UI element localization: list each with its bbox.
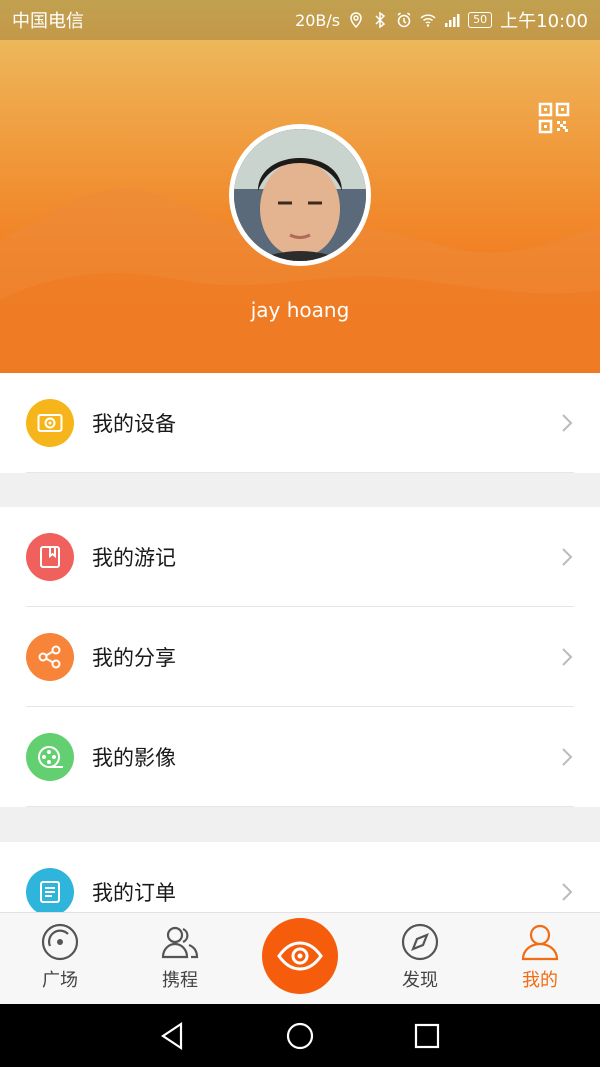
tab-plaza[interactable]: 广场 (0, 913, 120, 1004)
avatar-photo (234, 129, 366, 261)
tab-label: 携程 (162, 970, 198, 991)
film-reel-icon (26, 733, 74, 781)
location-icon (350, 12, 362, 28)
chevron-right-icon (562, 414, 573, 432)
recents-icon[interactable] (409, 1018, 445, 1054)
menu-item-my-share[interactable]: 我的分享 (0, 607, 600, 707)
tab-discover[interactable]: 发现 (360, 913, 480, 1004)
tab-me[interactable]: 我的 (480, 913, 600, 1004)
chevron-right-icon (562, 883, 573, 901)
tab-companions[interactable]: 携程 (120, 913, 240, 1004)
menu-item-my-travelogue[interactable]: 我的游记 (0, 507, 600, 607)
menu-item-label: 我的影像 (92, 746, 176, 770)
alarm-icon (397, 12, 411, 28)
camera-device-icon (26, 399, 74, 447)
order-document-icon (26, 868, 74, 912)
companions-icon (161, 926, 199, 959)
menu-item-my-device[interactable]: 我的设备 (0, 373, 600, 473)
share-icon (26, 633, 74, 681)
system-nav-bar (0, 1004, 600, 1067)
status-bar: 中国电信 20B/s 50 上午10:00 (0, 0, 600, 40)
tab-label: 我的 (522, 970, 558, 991)
bluetooth-icon (375, 12, 386, 28)
tab-label: 发现 (402, 970, 438, 991)
home-icon[interactable] (282, 1018, 318, 1054)
menu-section-content: 我的游记 我的分享 我的影像 (0, 507, 600, 807)
chevron-right-icon (562, 748, 573, 766)
back-icon[interactable] (155, 1018, 191, 1054)
signal-icon (445, 14, 460, 27)
chevron-right-icon (562, 648, 573, 666)
avatar[interactable] (229, 124, 371, 266)
battery-indicator: 50 (468, 12, 493, 28)
compass-icon (401, 923, 439, 961)
menu-item-label: 我的设备 (92, 412, 176, 436)
bookmark-book-icon (26, 533, 74, 581)
menu-item-label: 我的订单 (92, 881, 176, 905)
tab-label: 广场 (42, 970, 78, 991)
menu-item-label: 我的游记 (92, 546, 176, 570)
carrier-name: 中国电信 (12, 11, 84, 32)
menu-item-my-media[interactable]: 我的影像 (0, 707, 600, 807)
plaza-icon (41, 923, 79, 961)
profile-icon (521, 924, 559, 961)
divider (26, 472, 574, 473)
eye-camera-button[interactable] (262, 918, 338, 994)
qr-code-icon[interactable] (538, 102, 570, 134)
menu-section-orders: 我的订单 (0, 842, 600, 912)
menu-item-my-orders[interactable]: 我的订单 (0, 842, 600, 912)
profile-username: jay hoang (250, 298, 350, 322)
wifi-icon (420, 14, 436, 27)
status-time: 上午10:00 (500, 11, 588, 32)
eye-icon (277, 941, 323, 971)
network-speed: 20B/s (295, 10, 341, 30)
chevron-right-icon (562, 548, 573, 566)
menu-item-label: 我的分享 (92, 646, 176, 670)
menu-section-device: 我的设备 (0, 373, 600, 473)
divider (26, 806, 574, 807)
